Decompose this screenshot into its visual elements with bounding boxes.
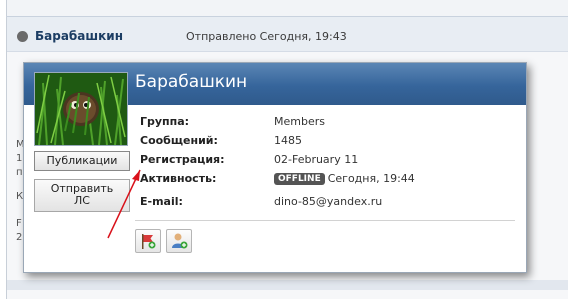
info-label: Регистрация: xyxy=(140,153,225,166)
email-link[interactable]: dino-85@yandex.ru xyxy=(274,195,382,208)
user-status-icon xyxy=(17,31,28,42)
info-row-posts: Сообщений: 1485 xyxy=(140,134,520,152)
flag-warn-icon xyxy=(142,234,156,249)
popup-username: Барабашкин xyxy=(135,72,248,92)
info-row-activity: Активность: OFFLINE Сегодня, 19:44 xyxy=(140,172,520,190)
post-footer xyxy=(7,280,568,290)
info-label: Группа: xyxy=(140,115,190,128)
info-label: E-mail: xyxy=(140,195,183,208)
add-friend-icon xyxy=(172,233,188,249)
publications-button[interactable]: Публикации xyxy=(34,151,130,171)
info-row-email: E-mail: dino-85@yandex.ru xyxy=(140,195,520,213)
post-text-fragment: 1 xyxy=(16,153,23,164)
info-label: Сообщений: xyxy=(140,134,218,147)
avatar[interactable] xyxy=(34,72,128,146)
info-value: OFFLINE Сегодня, 19:44 xyxy=(274,172,415,185)
avatar-image-icon xyxy=(35,73,127,145)
info-label: Активность: xyxy=(140,172,217,185)
post-author-link[interactable]: Барабашкин xyxy=(35,29,123,43)
info-value: Members xyxy=(274,115,325,128)
offline-badge: OFFLINE xyxy=(274,173,325,185)
info-value: 02-February 11 xyxy=(274,153,359,166)
post-text-fragment: F xyxy=(16,218,22,229)
post-date: Отправлено Сегодня, 19:43 xyxy=(186,30,347,43)
info-row-registration: Регистрация: 02-February 11 xyxy=(140,153,520,171)
add-friend-button[interactable] xyxy=(166,229,192,253)
send-pm-label-line2: ЛС xyxy=(74,194,90,207)
divider xyxy=(135,220,515,221)
post-text-fragment: 2 xyxy=(16,232,23,243)
info-value: 1485 xyxy=(274,134,302,147)
report-button[interactable] xyxy=(135,229,161,253)
info-row-group: Группа: Members xyxy=(140,115,520,133)
post-text-fragment: п xyxy=(16,167,23,178)
user-profile-popup: Барабашкин Публикации Отправить ЛС Групп… xyxy=(23,62,527,273)
last-activity: Сегодня, 19:44 xyxy=(327,172,415,185)
send-pm-button[interactable]: Отправить ЛС xyxy=(34,179,130,212)
